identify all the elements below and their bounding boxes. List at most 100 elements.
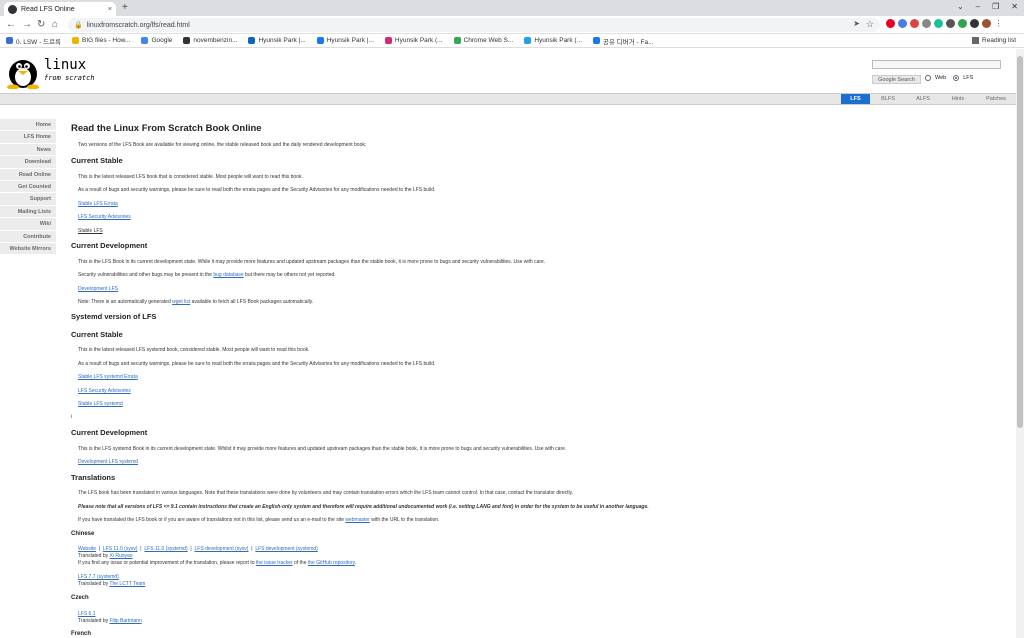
stable-text-1: This is the latest released LFS book tha… xyxy=(78,174,303,180)
chinese-dev-systemd-link[interactable]: LFS development (systemd) xyxy=(255,546,318,552)
development-lfs-link[interactable]: Development LFS xyxy=(78,286,118,292)
bookmark-favicon-icon xyxy=(141,37,149,44)
forward-arrow-icon[interactable]: → xyxy=(22,18,32,32)
box-extension-icon[interactable] xyxy=(946,19,955,28)
chinese-lfs110-sysv-link[interactable]: LFS 11.0 (sysv) xyxy=(103,546,138,552)
xi-ruoyao-link[interactable]: Xi Ruoyao xyxy=(110,553,133,559)
sidebar-item-support[interactable]: Support xyxy=(0,193,56,206)
sidebar-item-lfs-home[interactable]: LFS Home xyxy=(0,131,56,144)
grammarly-extension-icon[interactable] xyxy=(934,19,943,28)
bookmark-item[interactable]: Hyunsik Park |... xyxy=(316,37,374,44)
bookmark-item[interactable]: Hyunsik Park (... xyxy=(384,37,443,44)
translate-extension-icon[interactable] xyxy=(898,19,907,28)
bookmark-item[interactable]: Chrome Web S... xyxy=(453,37,513,44)
green-extension-icon[interactable] xyxy=(958,19,967,28)
security-advisories-link[interactable]: LFS Security Advisories xyxy=(78,214,131,220)
tab-search-icon[interactable]: ⌄ xyxy=(957,2,964,11)
google-search-button[interactable]: Google Search xyxy=(872,75,921,84)
chinese-lfs110-systemd-link[interactable]: LFS 11.0 (systemd) xyxy=(144,546,187,552)
radio-web-label: Web xyxy=(935,75,947,81)
filip-bartmann-link[interactable]: Filip Bartmann xyxy=(110,618,142,624)
stable-errata-link[interactable]: Stable LFS Errata xyxy=(78,201,118,207)
minimize-icon[interactable]: – xyxy=(976,2,980,11)
back-arrow-icon[interactable]: ← xyxy=(6,18,16,32)
sidebar-item-news[interactable]: News xyxy=(0,143,56,157)
sidebar-item-read-online[interactable]: Read Online xyxy=(0,168,56,181)
sidebar-item-wiki[interactable]: Wiki xyxy=(0,218,56,231)
tux-logo-icon[interactable] xyxy=(4,54,42,89)
tab-extension-icon[interactable] xyxy=(922,19,931,28)
radio-lfs[interactable] xyxy=(953,75,960,81)
sidebar-item-home[interactable]: Home xyxy=(0,119,56,132)
sidebar-item-website-mirrors[interactable]: Website Mirrors xyxy=(0,242,56,256)
new-tab-button[interactable]: + xyxy=(122,2,128,14)
logo-text-from-scratch[interactable]: from scratch xyxy=(44,74,95,82)
bookmark-item[interactable]: 공유 디버거 - Fa... xyxy=(593,36,654,46)
topnav-patches[interactable]: Patches xyxy=(980,94,1012,104)
window-controls: ⌄ – ❐ ✕ xyxy=(957,2,1018,11)
bookmark-item[interactable]: BIG files - How... xyxy=(72,37,130,44)
page-title: Read the Linux From Scratch Book Online xyxy=(71,123,262,134)
development-lfs-systemd-link[interactable]: Development LFS systemd xyxy=(78,459,138,465)
bookmark-label: Google xyxy=(151,37,173,44)
stable-lfs-systemd-link[interactable]: Stable LFS systemd xyxy=(78,401,123,407)
bookmark-favicon-icon xyxy=(453,37,461,44)
wget-list-link[interactable]: wget list xyxy=(172,299,190,305)
sidebar-item-get-counted[interactable]: Get Counted xyxy=(0,180,56,194)
lock-icon[interactable]: 🔒 xyxy=(74,21,83,29)
chinese-lfs77-link[interactable]: LFS 7.7 (systemd) xyxy=(78,574,119,580)
pocket-extension-icon[interactable] xyxy=(910,19,919,28)
translations-text-3-pre: If you have translated the LFS book or i… xyxy=(78,517,346,523)
lctt-team-link[interactable]: The LCTT Team xyxy=(109,581,145,587)
topnav-lfs[interactable]: LFS xyxy=(841,94,870,104)
github-repository-link[interactable]: the GitHub repository xyxy=(308,560,355,566)
chinese-website-link[interactable]: Website xyxy=(78,546,96,552)
stable-lfs-link[interactable]: Stable LFS xyxy=(78,228,103,234)
close-window-icon[interactable]: ✕ xyxy=(1011,2,1018,11)
topnav-alfs[interactable]: ALFS xyxy=(909,94,937,104)
bookmark-label: Hyunsik Park |... xyxy=(258,37,306,44)
sidebar-item-mailing-lists[interactable]: Mailing Lists xyxy=(0,205,56,219)
systemd-security-link[interactable]: LFS Security Advisories xyxy=(78,388,131,394)
site-search-input[interactable] xyxy=(872,60,1001,69)
chinese-heading: Chinese xyxy=(71,531,95,537)
radio-web[interactable] xyxy=(925,75,931,81)
close-tab-icon[interactable]: × xyxy=(108,6,112,13)
chinese-dev-sysv-link[interactable]: LFS development (sysv) xyxy=(195,546,249,552)
sidebar-item-contribute[interactable]: Contribute xyxy=(0,230,56,243)
scrollbar-thumb[interactable] xyxy=(1017,56,1023,428)
stable-heading: Current Stable xyxy=(71,156,123,165)
restore-icon[interactable]: ❐ xyxy=(992,2,999,11)
czech-lfs61-link[interactable]: LFS 6.1 xyxy=(78,611,96,617)
home-icon[interactable]: ⌂ xyxy=(52,18,58,32)
reading-list-button[interactable]: Reading list xyxy=(972,37,1016,44)
address-bar[interactable]: 🔒 linuxfromscratch.org/lfs/read.html ➤ ☆ xyxy=(68,18,880,32)
puzzle-extensions-icon[interactable] xyxy=(970,19,979,28)
bookmark-favicon-icon xyxy=(248,37,256,44)
pinterest-extension-icon[interactable] xyxy=(886,19,895,28)
profile-avatar[interactable] xyxy=(982,19,991,28)
bookmark-label: 공유 디버거 - Fa... xyxy=(603,38,654,46)
systemd-errata-link[interactable]: Stable LFS systemd Errata xyxy=(78,374,138,380)
reload-icon[interactable]: ↻ xyxy=(37,18,45,32)
bookmark-item[interactable]: 0. LSW - 드르륵 xyxy=(6,36,61,46)
sidebar-item-download[interactable]: Download xyxy=(0,156,56,169)
bookmark-item[interactable]: Google xyxy=(141,37,172,44)
logo-text-linux[interactable]: linux xyxy=(44,57,86,73)
tab-title: Read LFS Online xyxy=(21,5,75,13)
issue-tracker-link[interactable]: the issue tracker xyxy=(256,560,293,566)
bookmark-item[interactable]: novemberizin... xyxy=(183,37,237,44)
dev-heading: Current Development xyxy=(71,241,148,250)
topnav-blfs[interactable]: BLFS xyxy=(874,94,902,104)
webmaster-link[interactable]: webmaster xyxy=(345,517,369,523)
bookmark-item[interactable]: Hyunsik Park (... xyxy=(524,37,582,44)
dev-text-2: Security vulnerabilities and other bugs … xyxy=(78,272,336,278)
bug-database-link[interactable]: bug database xyxy=(213,272,243,278)
browser-tab[interactable]: Read LFS Online × xyxy=(4,2,116,16)
bookmark-item[interactable]: Hyunsik Park |... xyxy=(248,37,306,44)
topnav-hints[interactable]: Hints xyxy=(944,94,972,104)
send-tab-icon[interactable]: ➤ xyxy=(853,19,860,28)
bookmark-star-icon[interactable]: ☆ xyxy=(866,19,874,30)
menu-kebab-icon[interactable]: ⋮ xyxy=(994,19,1003,28)
bookmark-favicon-icon xyxy=(6,37,13,44)
